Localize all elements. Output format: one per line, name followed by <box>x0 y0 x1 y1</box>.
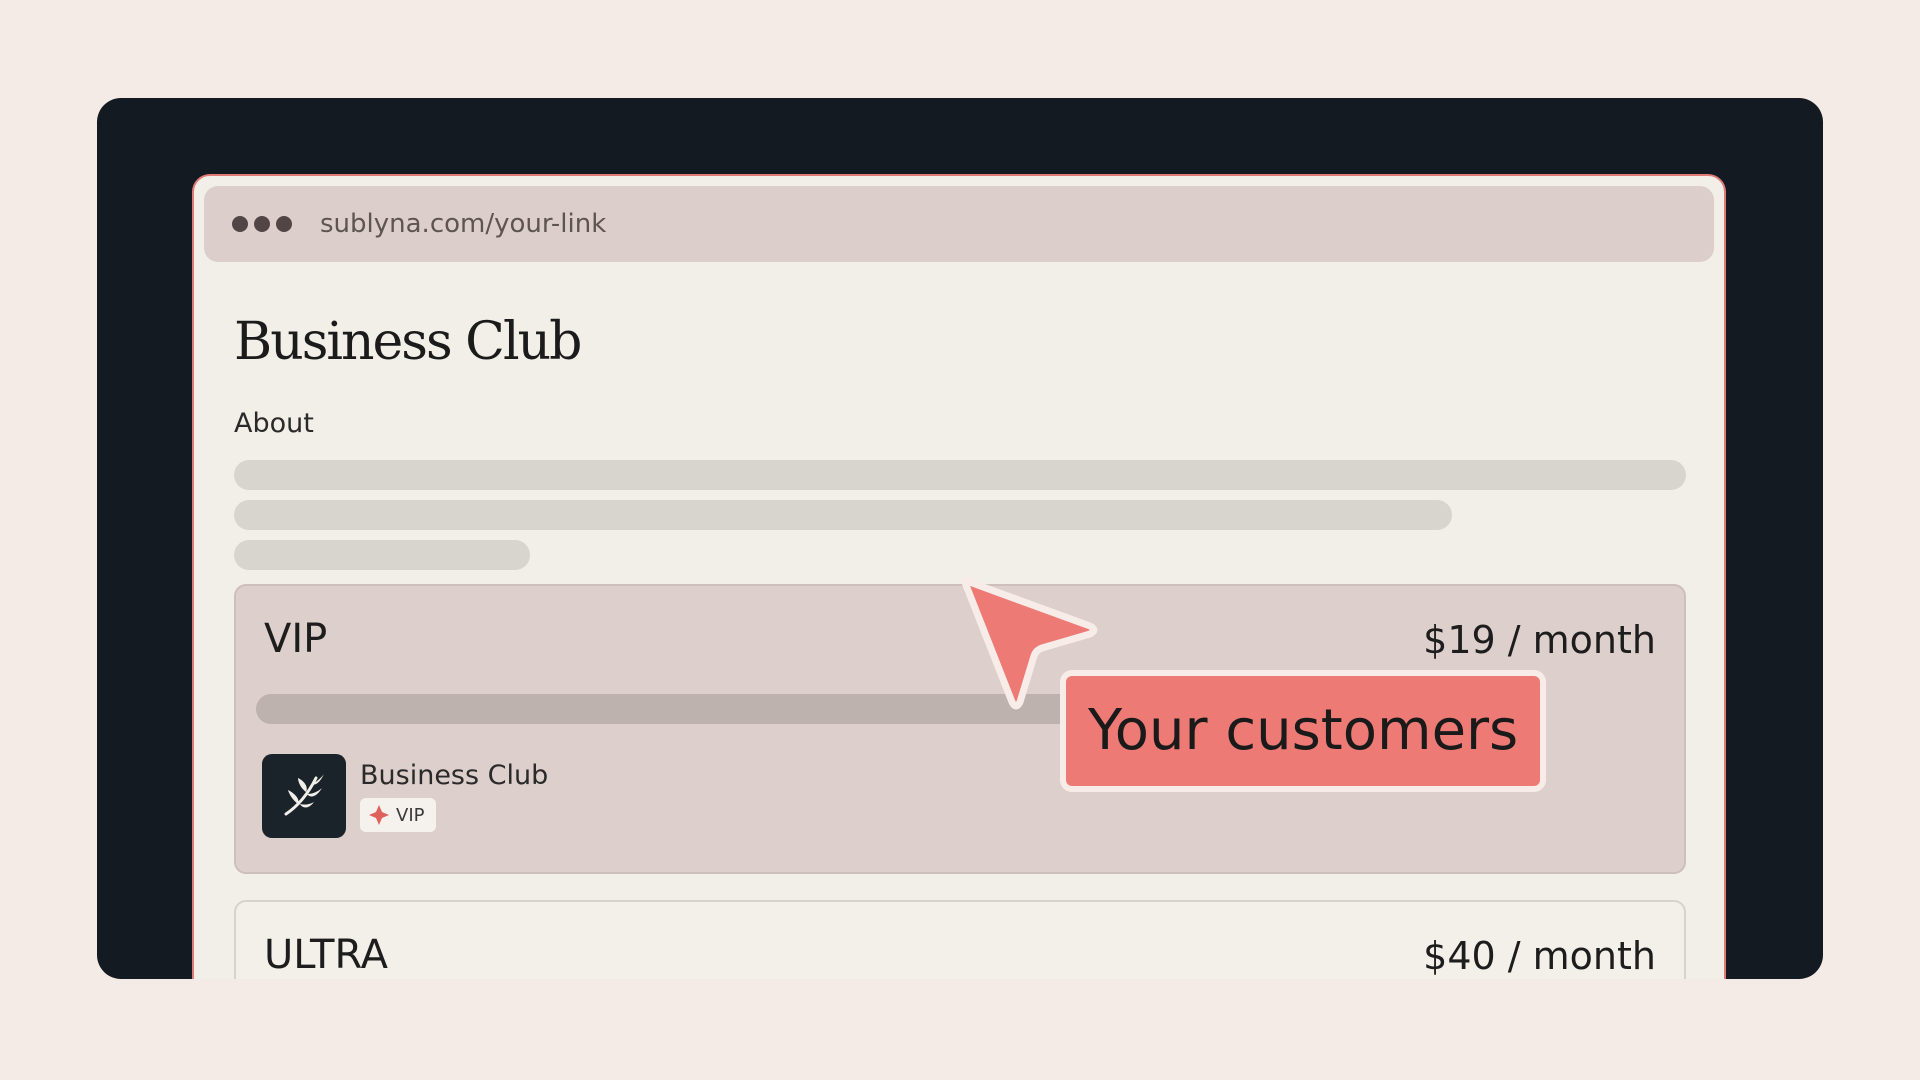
about-text-placeholder <box>234 500 1452 530</box>
tier-card-ultra[interactable]: ULTRA $40 / month <box>234 900 1686 979</box>
dot <box>254 216 270 232</box>
club-name: Business Club <box>360 760 549 791</box>
address-bar[interactable]: sublyna.com/your-link <box>204 186 1714 262</box>
tier-price: $19 / month <box>1423 618 1656 662</box>
url-text[interactable]: sublyna.com/your-link <box>320 186 606 262</box>
about-text-placeholder <box>234 460 1686 490</box>
about-text-placeholder <box>234 540 530 570</box>
tier-name: VIP <box>264 616 328 662</box>
badge-label: VIP <box>396 804 425 826</box>
dot <box>276 216 292 232</box>
dot <box>232 216 248 232</box>
about-label: About <box>234 408 314 439</box>
page-title: Business Club <box>234 312 582 372</box>
device-frame: sublyna.com/your-link Business Club Abou… <box>97 98 1823 979</box>
laurel-branch-icon <box>262 754 346 838</box>
window-dots-icon <box>232 216 292 232</box>
sparkle-icon <box>369 805 389 825</box>
customers-tooltip: Your customers <box>1060 670 1547 792</box>
tier-price: $40 / month <box>1423 934 1656 978</box>
vip-badge: VIP <box>360 798 437 832</box>
tier-name: ULTRA <box>264 932 389 978</box>
